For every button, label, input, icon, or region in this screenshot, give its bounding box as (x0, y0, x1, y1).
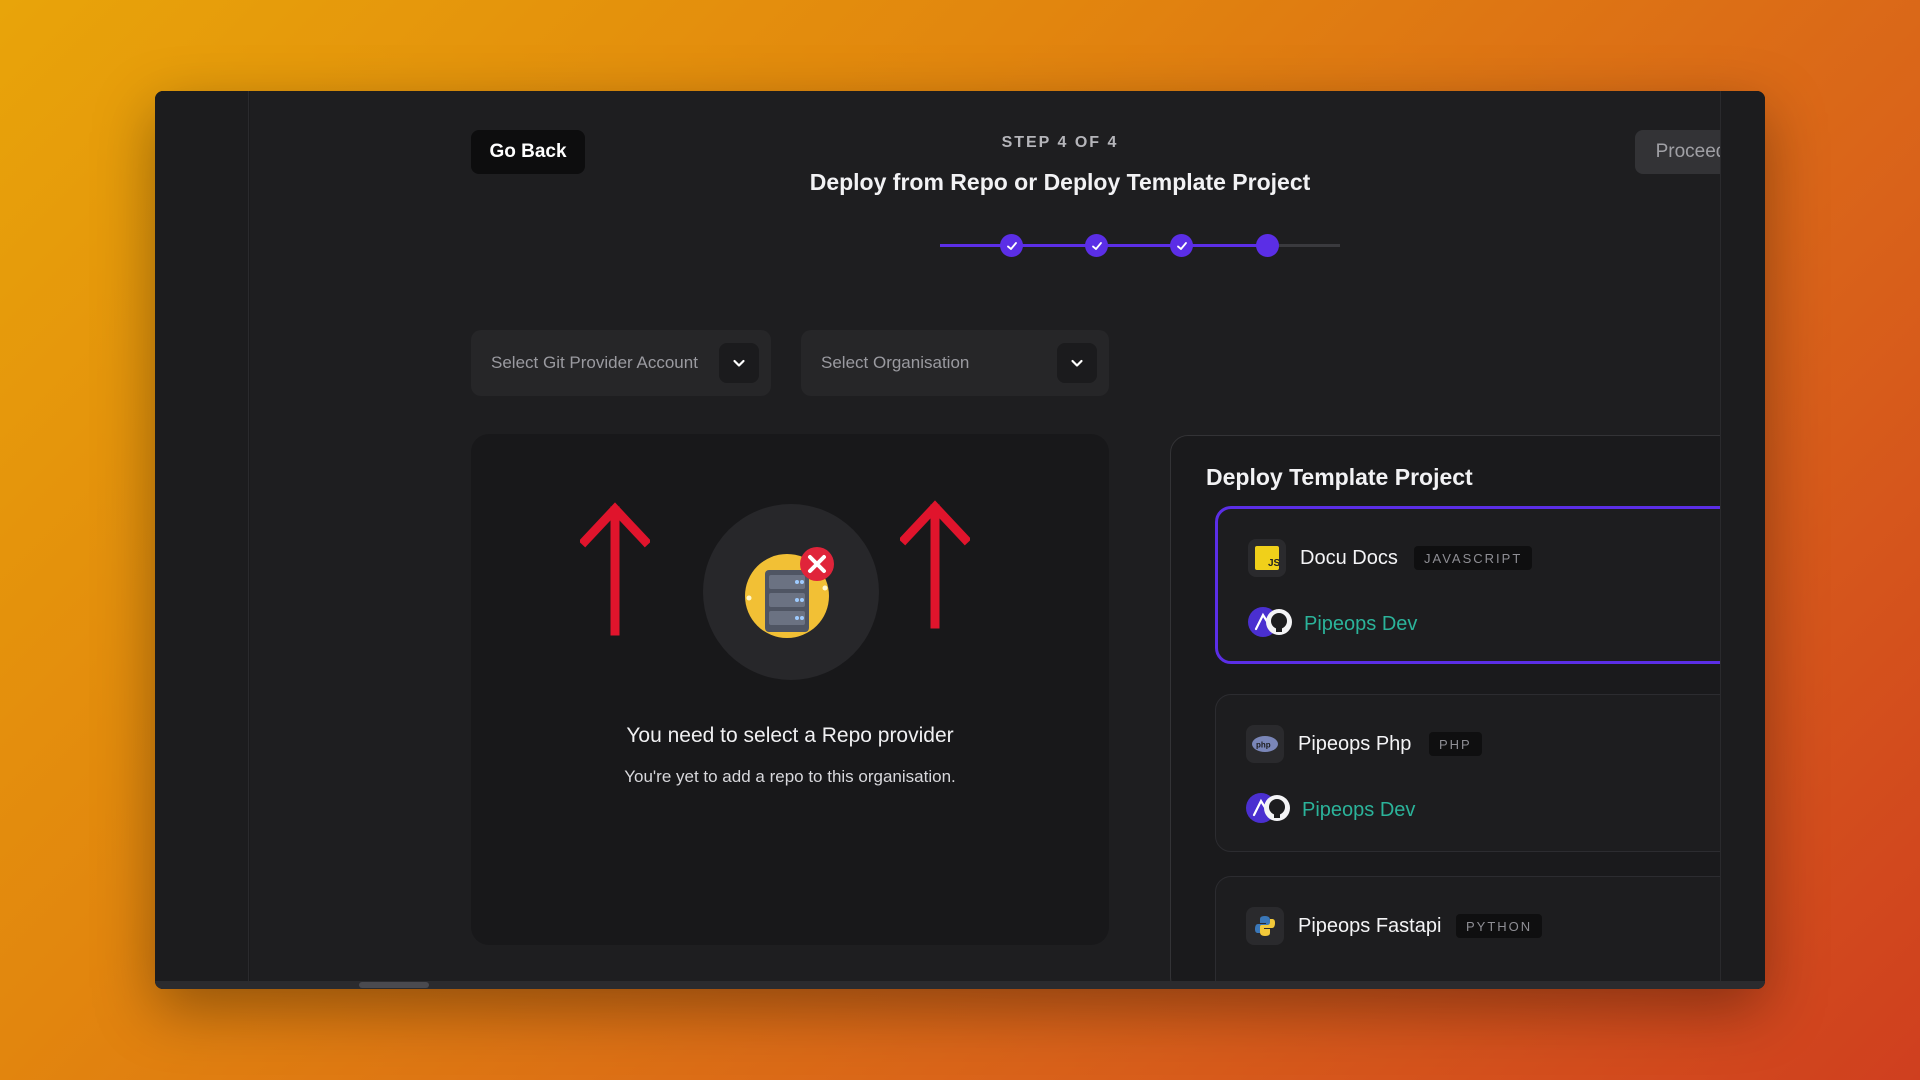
repo-empty-state-panel: You need to select a Repo provider You'r… (471, 434, 1109, 945)
language-badge: PHP (1429, 732, 1482, 756)
deploy-template-panel: Deploy Template Project JS Docu Docs JAV… (1170, 435, 1765, 989)
step-4-current (1256, 234, 1279, 257)
chevron-down-icon[interactable] (719, 343, 759, 383)
main-content: Go Back STEP 4 OF 4 Deploy from Repo or … (250, 91, 1765, 989)
python-icon (1246, 907, 1284, 945)
page-title: Deploy from Repo or Deploy Template Proj… (809, 169, 1311, 195)
template-owner-link[interactable]: Pipeops Dev (1304, 613, 1417, 636)
horizontal-scrollbar-thumb[interactable] (359, 982, 429, 988)
empty-state-title: You need to select a Repo provider (626, 724, 954, 747)
step-indicator-label: STEP 4 OF 4 (1001, 134, 1119, 151)
organisation-placeholder: Select Organisation (821, 353, 970, 372)
language-badge: JAVASCRIPT (1414, 546, 1533, 570)
app-window: Go Back STEP 4 OF 4 Deploy from Repo or … (155, 91, 1765, 989)
step-3-complete (1170, 234, 1193, 257)
php-icon: php (1246, 725, 1284, 763)
step-2-complete (1085, 234, 1108, 257)
check-icon (1176, 241, 1187, 250)
horizontal-scrollbar[interactable] (155, 981, 1765, 989)
template-card-docu-docs[interactable]: JS Docu Docs JAVASCRIPT Pipeops Dev (1215, 506, 1747, 664)
progress-track-remaining (1270, 244, 1340, 247)
template-owner-link[interactable]: Pipeops Dev (1302, 799, 1415, 822)
step-progress (940, 232, 1340, 260)
git-provider-select[interactable]: Select Git Provider Account (471, 330, 771, 396)
chevron-down-icon[interactable] (1057, 343, 1097, 383)
organisation-select[interactable]: Select Organisation (801, 330, 1109, 396)
template-name: Pipeops Fastapi (1298, 915, 1442, 937)
git-provider-placeholder: Select Git Provider Account (491, 353, 698, 372)
step-1-complete (1000, 234, 1023, 257)
empty-state-subtitle: You're yet to add a repo to this organis… (624, 767, 956, 786)
template-card-pipeops-fastapi[interactable]: Pipeops Fastapi PYTHON (1215, 876, 1747, 989)
right-sidebar (1720, 91, 1765, 989)
template-name: Pipeops Php (1298, 733, 1412, 755)
pipeops-github-icon (1248, 607, 1292, 637)
template-name: Docu Docs (1300, 547, 1398, 569)
template-panel-title: Deploy Template Project (1206, 464, 1473, 490)
empty-state-icon-circle (703, 504, 879, 680)
language-badge: PYTHON (1456, 914, 1543, 938)
pipeops-github-icon (1246, 793, 1290, 823)
svg-text:php: php (1256, 741, 1271, 750)
javascript-icon: JS (1248, 539, 1286, 577)
check-icon (1006, 241, 1017, 250)
left-sidebar (155, 91, 249, 989)
check-icon (1091, 241, 1102, 250)
server-error-icon (745, 547, 834, 638)
annotation-arrow-up-icon (900, 500, 970, 629)
template-card-pipeops-php[interactable]: php Pipeops Php PHP Pipeops Dev (1215, 694, 1747, 852)
svg-text:JS: JS (1268, 558, 1279, 569)
annotation-arrow-up-icon (580, 502, 650, 636)
